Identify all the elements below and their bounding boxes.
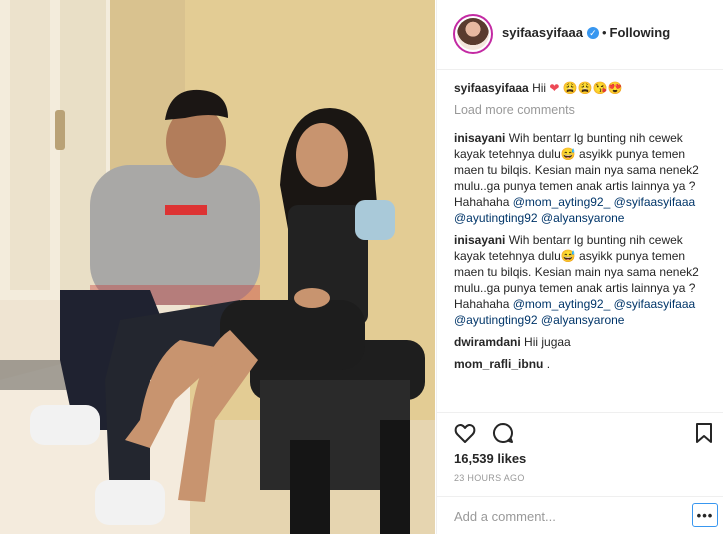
post-side-panel: syifaasyifaaa ✓ • Following syifaasyifaaa H… <box>436 0 723 534</box>
mention-link[interactable]: @ayutingting92 <box>454 313 538 327</box>
comment-emoji: 😅 <box>560 249 576 263</box>
more-options-icon[interactable]: ••• <box>692 503 718 527</box>
comment-username[interactable]: mom_rafli_ibnu <box>454 357 543 371</box>
likes-count[interactable]: 16,539 likes <box>454 451 526 466</box>
verified-badge-icon: ✓ <box>586 27 599 39</box>
heart-icon[interactable] <box>453 421 477 445</box>
mention-link[interactable]: @mom_ayting92_ <box>513 297 611 311</box>
face-emojis: 😩😩😘😍 <box>562 81 623 95</box>
comment-username[interactable]: inisayani <box>454 233 505 247</box>
comment-text: . <box>546 357 551 371</box>
avatar-image <box>457 18 489 50</box>
mention-link[interactable]: @alyansyarone <box>541 211 625 225</box>
mention-link[interactable]: @ayutingting92 <box>454 211 538 225</box>
mention-link[interactable]: @syifaasyifaaa <box>614 297 696 311</box>
mention-link[interactable]: @mom_ayting92_ <box>513 195 611 209</box>
post-photo[interactable] <box>0 0 435 534</box>
post-header: syifaasyifaaa ✓ • Following <box>437 0 723 70</box>
caption-text: Hii <box>532 81 547 95</box>
comment-item: dwiramdani Hii jugaa <box>454 334 709 350</box>
author-username[interactable]: syifaasyifaaa <box>502 25 583 40</box>
bookmark-icon[interactable] <box>692 421 716 445</box>
comment-item: inisayani Wih bentarr lg bunting nih cew… <box>454 130 709 226</box>
comments-list[interactable]: syifaasyifaaa Hii ❤ 😩😩😘😍 Load more comme… <box>454 80 709 410</box>
heart-emoji: ❤ <box>549 81 560 95</box>
mention-link[interactable]: @syifaasyifaaa <box>614 195 696 209</box>
caption-username[interactable]: syifaasyifaaa <box>454 81 529 95</box>
mention-link[interactable]: @alyansyarone <box>541 313 625 327</box>
comment-username[interactable]: inisayani <box>454 131 505 145</box>
comment-emoji: 😅 <box>560 147 576 161</box>
load-more-comments-link[interactable]: Load more comments <box>454 102 709 118</box>
add-comment-bar: ••• <box>437 496 723 534</box>
avatar[interactable] <box>453 14 493 54</box>
comment-item: mom_rafli_ibnu . <box>454 356 709 372</box>
post-timestamp[interactable]: 23 HOURS AGO <box>454 473 525 483</box>
header-line: syifaasyifaaa ✓ • Following <box>502 25 670 40</box>
header-separator: • <box>601 25 607 40</box>
comment-item: inisayani Wih bentarr lg bunting nih cew… <box>454 232 709 328</box>
photo-image <box>0 0 435 534</box>
comment-text: Hii jugaa <box>524 335 571 349</box>
action-bar <box>437 412 723 452</box>
follow-status-button[interactable]: Following <box>610 25 671 40</box>
comment-username[interactable]: dwiramdani <box>454 335 521 349</box>
comment-bubble-icon[interactable] <box>491 421 515 445</box>
caption: syifaasyifaaa Hii ❤ 😩😩😘😍 <box>454 80 709 96</box>
add-comment-input[interactable] <box>454 507 674 525</box>
